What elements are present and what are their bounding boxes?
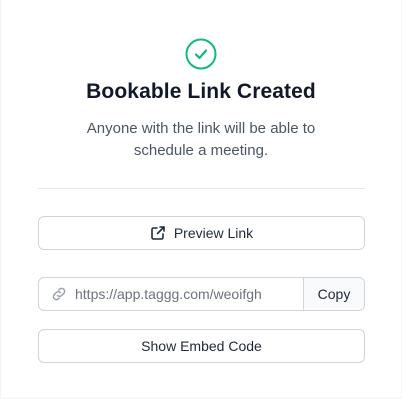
- link-icon: [51, 286, 67, 302]
- external-link-icon: [150, 225, 166, 241]
- link-url-input[interactable]: [75, 286, 295, 302]
- dialog-description: Anyone with the link will be able to sch…: [86, 120, 316, 159]
- link-copy-group: Copy: [38, 277, 365, 311]
- preview-link-button[interactable]: Preview Link: [38, 216, 365, 250]
- link-field[interactable]: [39, 278, 303, 310]
- check-circle-icon: [185, 38, 217, 70]
- preview-link-label: Preview Link: [173, 225, 254, 241]
- link-created-card: Bookable Link Created Anyone with the li…: [0, 0, 402, 399]
- divider: [38, 188, 365, 189]
- dialog-title: Bookable Link Created: [86, 80, 316, 103]
- show-embed-code-button[interactable]: Show Embed Code: [38, 329, 365, 363]
- copy-button[interactable]: Copy: [303, 278, 364, 310]
- card-left-border: [0, 0, 1, 399]
